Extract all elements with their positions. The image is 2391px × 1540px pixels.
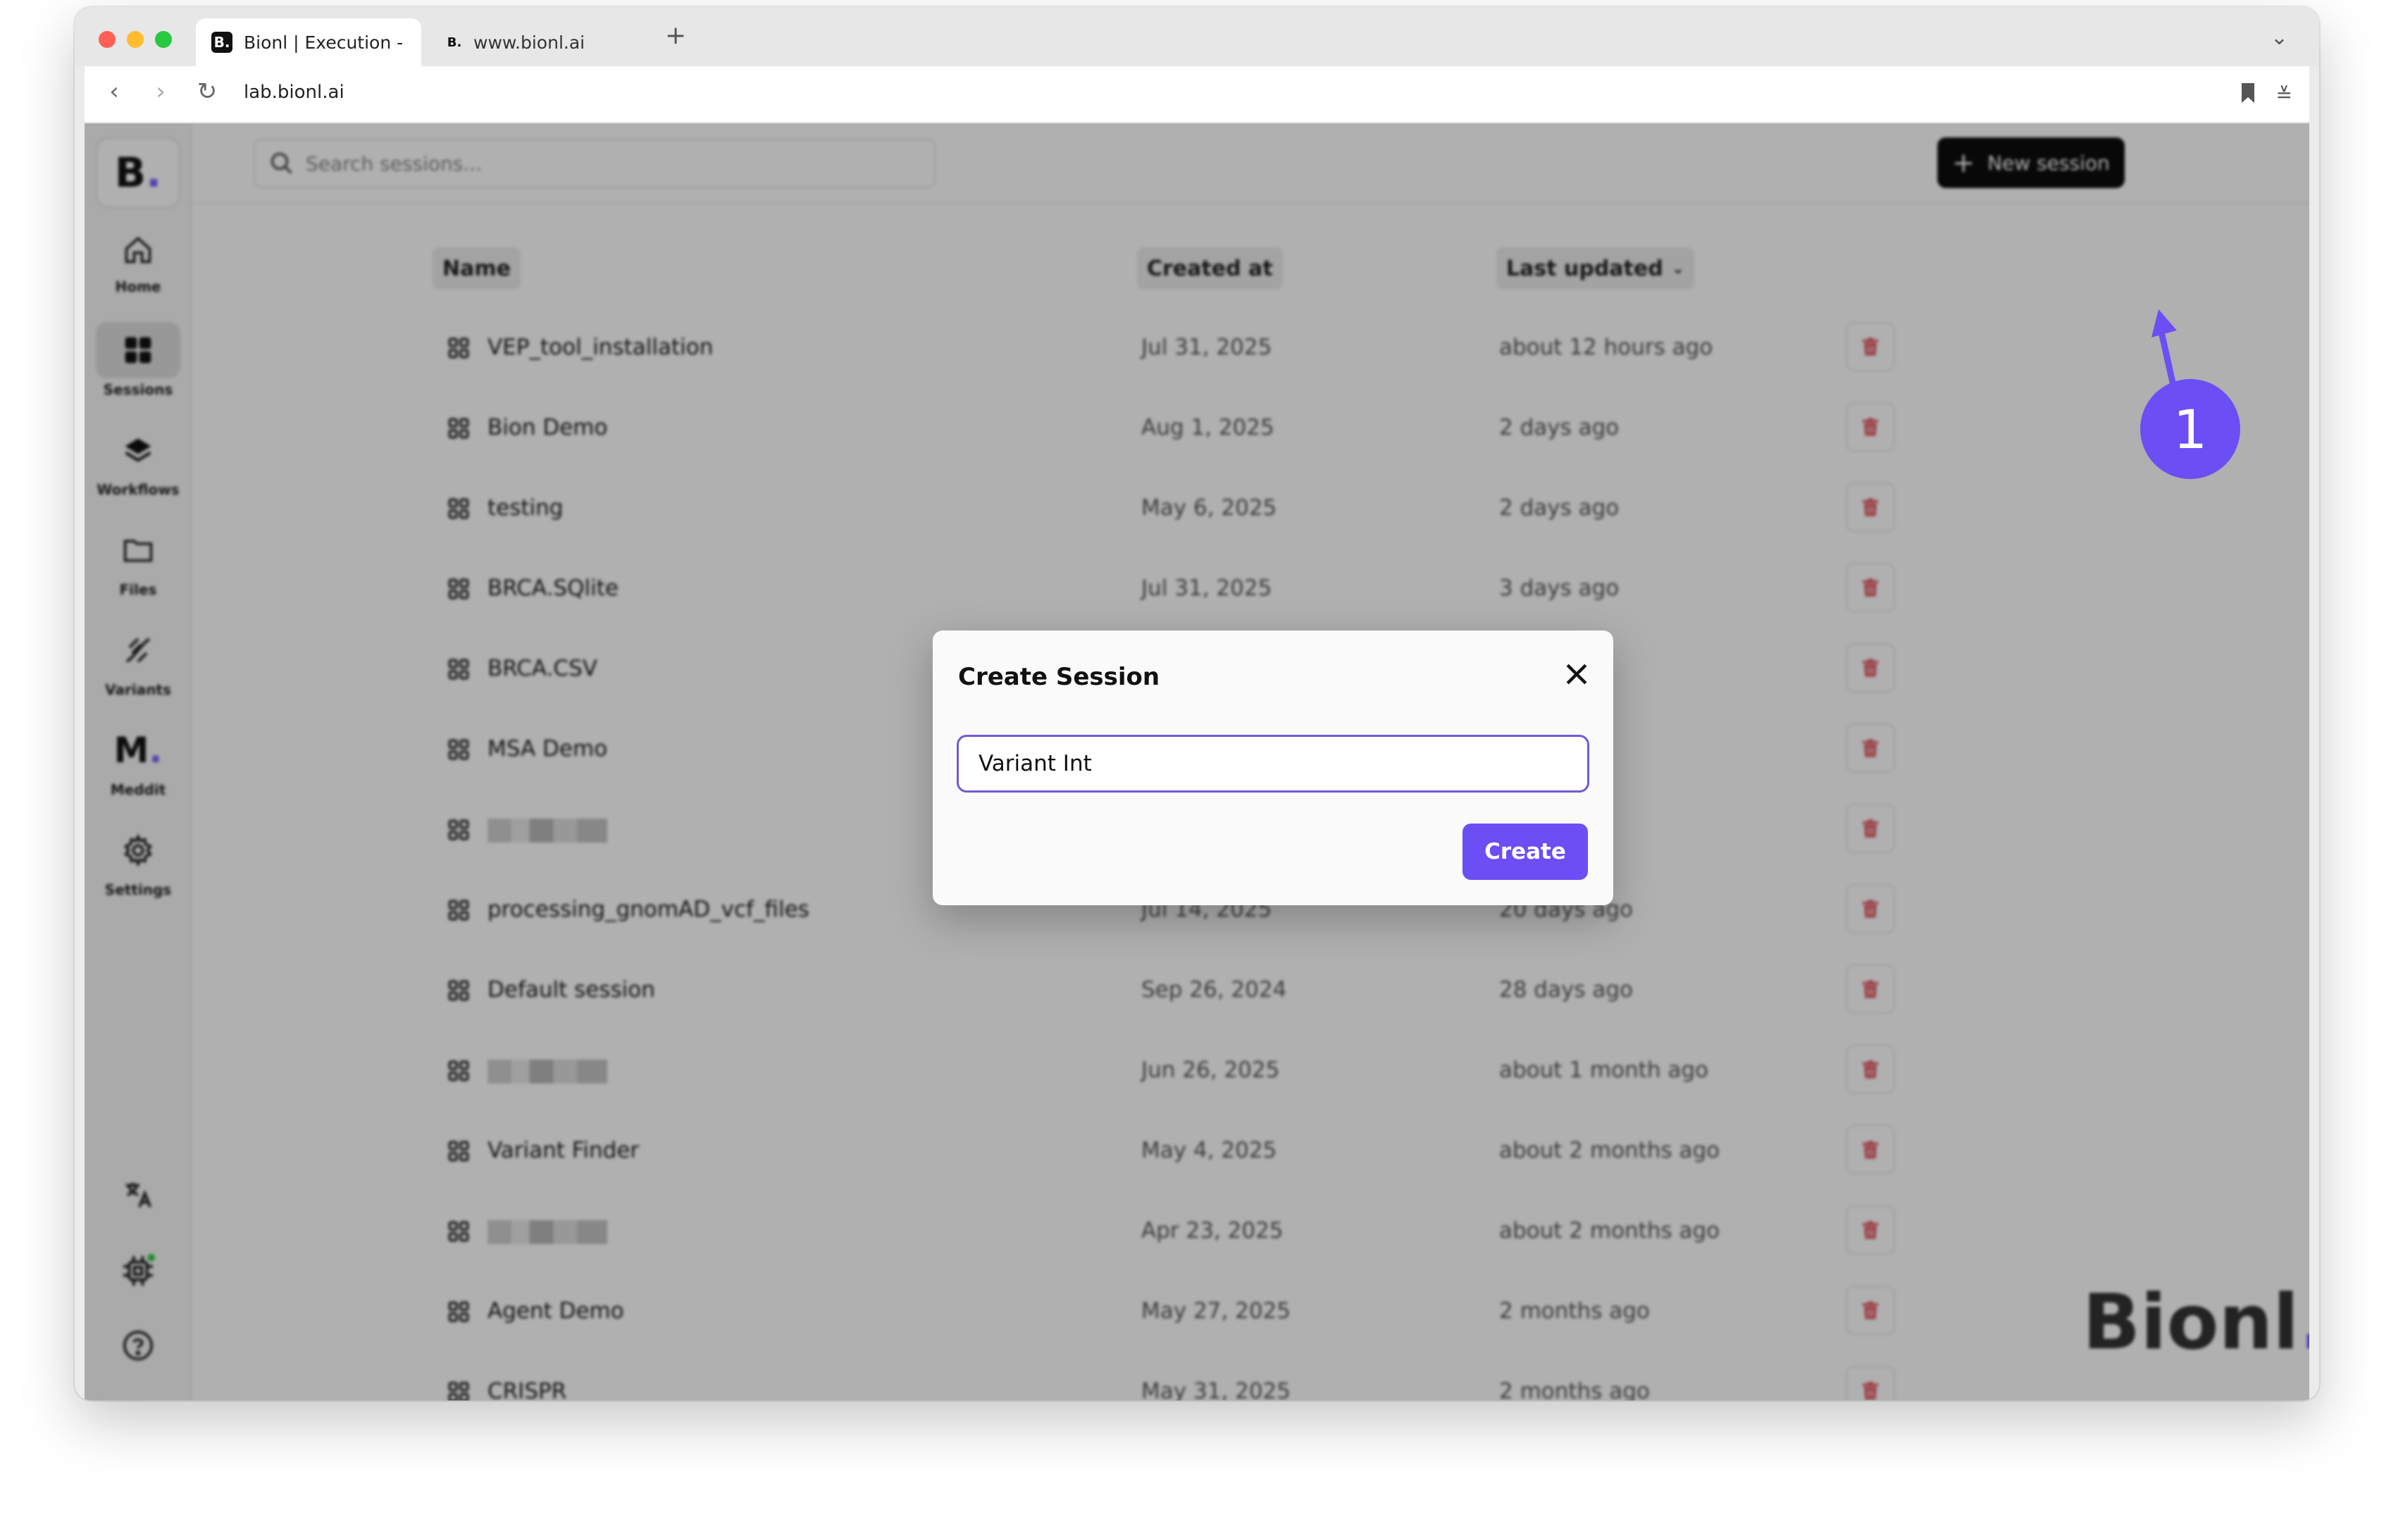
- create-button[interactable]: Create: [1462, 824, 1588, 880]
- maximize-window-button[interactable]: [155, 31, 172, 48]
- favicon-icon: B.: [447, 35, 462, 50]
- favicon-icon: B.: [211, 32, 232, 53]
- chevron-down-icon[interactable]: ⌄: [2271, 25, 2288, 50]
- tab-bar: B. Bionl | Execution - B. www.bionl.ai +…: [75, 7, 2319, 66]
- step-badge: 1: [2140, 379, 2240, 479]
- step-arrow-icon: [2151, 309, 2177, 386]
- create-session-dialog: Create Session Create: [933, 631, 1613, 905]
- close-icon[interactable]: [1561, 659, 1592, 690]
- tab-title: www.bionl.ai: [473, 32, 585, 53]
- session-name-input[interactable]: [957, 735, 1589, 793]
- close-window-button[interactable]: [99, 31, 116, 48]
- url-field[interactable]: lab.bionl.ai: [244, 82, 344, 103]
- dialog-title: Create Session: [958, 663, 1160, 691]
- browser-window: B. Bionl | Execution - B. www.bionl.ai +…: [75, 7, 2319, 1401]
- forward-icon[interactable]: ›: [147, 77, 175, 106]
- bookmark-icon[interactable]: [2240, 82, 2256, 104]
- reload-icon[interactable]: ↻: [193, 77, 221, 106]
- minimize-window-button[interactable]: [127, 31, 144, 48]
- new-tab-plus-icon[interactable]: +: [665, 21, 686, 50]
- tab-bionl-execution[interactable]: B. Bionl | Execution -: [196, 18, 421, 66]
- back-icon[interactable]: ‹: [100, 77, 128, 106]
- tab-bionl-website[interactable]: B. www.bionl.ai: [431, 18, 657, 66]
- tune-icon[interactable]: ≚: [2276, 83, 2292, 106]
- app-viewport: B. Home Sessions Workflows Files Variant…: [85, 123, 2309, 1401]
- tab-title: Bionl | Execution -: [244, 32, 404, 53]
- address-bar: ‹ › ↻ lab.bionl.ai ≚: [85, 66, 2309, 123]
